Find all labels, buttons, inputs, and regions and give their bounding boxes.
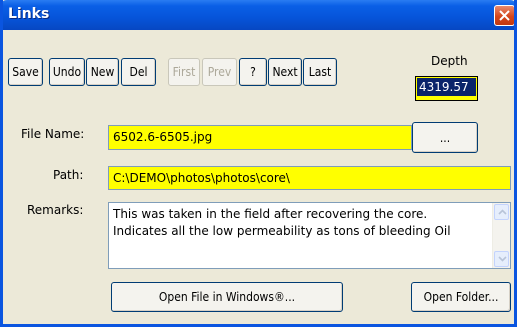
open-folder-button[interactable]: Open Folder... — [411, 282, 511, 312]
last-button[interactable]: Last — [303, 58, 337, 86]
remarks-line-2: Indicates all the low permeability as to… — [113, 224, 451, 238]
open-file-button[interactable]: Open File in Windows®... — [111, 282, 343, 312]
file-name-label: File Name: — [21, 127, 85, 141]
new-button[interactable]: New — [86, 58, 119, 86]
help-button[interactable]: ? — [239, 58, 267, 86]
save-button[interactable]: Save — [8, 58, 43, 86]
depth-value: 4319.57 — [417, 78, 476, 96]
next-button[interactable]: Next — [268, 58, 302, 86]
prev-button[interactable]: Prev — [202, 58, 237, 86]
depth-label: Depth — [431, 54, 468, 68]
undo-button[interactable]: Undo — [49, 58, 85, 86]
chevron-up-icon — [498, 209, 507, 215]
scroll-down-button[interactable] — [494, 251, 509, 267]
file-name-field[interactable]: 6502.6-6505.jpg — [108, 125, 412, 150]
remarks-line-1: This was taken in the field after recove… — [113, 207, 428, 221]
scroll-up-button[interactable] — [494, 204, 509, 220]
remarks-scrollbar[interactable] — [492, 203, 510, 268]
first-button[interactable]: First — [168, 58, 200, 86]
remarks-label: Remarks: — [27, 203, 84, 217]
path-field[interactable]: C:\DEMO\photos\photos\core\ — [108, 166, 511, 190]
depth-field[interactable]: 4319.57 — [415, 76, 478, 101]
window-title: Links — [8, 6, 50, 22]
remarks-text: This was taken in the field after recove… — [113, 206, 485, 240]
path-label: Path: — [53, 168, 84, 182]
close-button[interactable] — [494, 5, 514, 26]
remarks-textarea[interactable]: This was taken in the field after recove… — [108, 202, 511, 269]
chevron-down-icon — [498, 256, 507, 262]
delete-button[interactable]: Del — [121, 58, 156, 86]
browse-button[interactable]: ... — [412, 122, 478, 153]
title-bar[interactable]: Links — [3, 0, 514, 30]
links-dialog: Links Save Undo New Del First Prev ? Nex… — [0, 0, 517, 327]
close-icon — [499, 10, 510, 21]
